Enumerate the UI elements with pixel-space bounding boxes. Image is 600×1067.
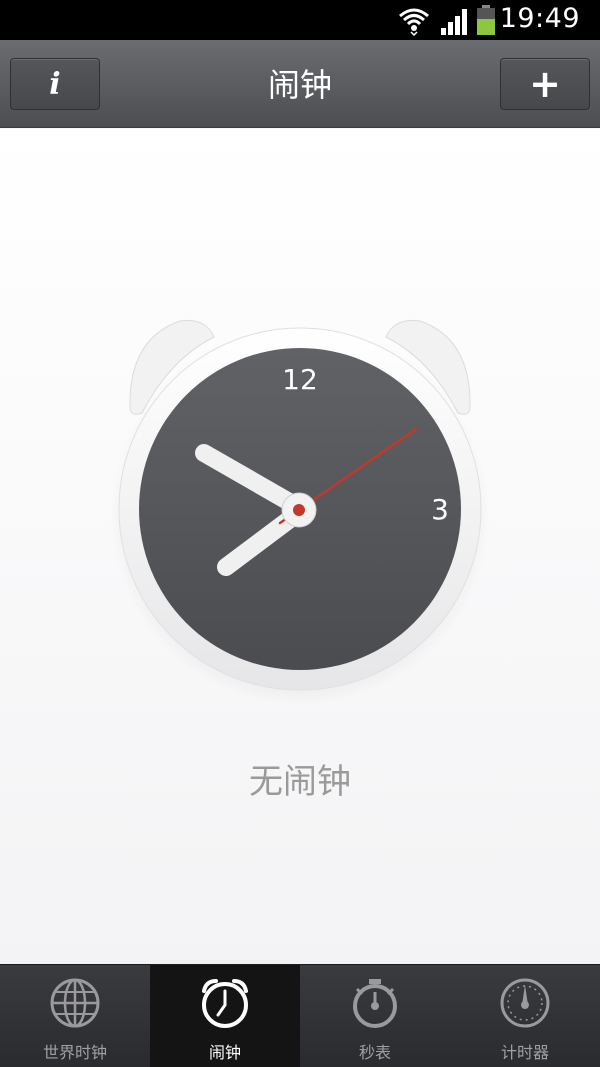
no-alarm-text: 无闹钟 <box>249 762 351 802</box>
status-bar: 19:49 <box>0 0 600 40</box>
tab-stopwatch[interactable]: 秒表 <box>300 965 450 1067</box>
alarm-clock-illustration: 12 3 <box>110 319 490 705</box>
title-bar: i 闹钟 + <box>0 40 600 128</box>
tab-world-clock[interactable]: 世界时钟 <box>0 965 150 1067</box>
tab-label: 世界时钟 <box>42 1043 107 1062</box>
signal-icon <box>440 4 470 40</box>
plus-icon: + <box>529 62 561 106</box>
timer-icon <box>499 965 551 1033</box>
numeral-3: 3 <box>431 493 449 526</box>
tab-label: 计时器 <box>500 1043 549 1062</box>
numeral-12: 12 <box>282 363 318 396</box>
globe-icon <box>49 965 101 1033</box>
wifi-icon <box>398 4 430 40</box>
add-alarm-button[interactable]: + <box>500 58 590 110</box>
stopwatch-icon <box>349 965 401 1033</box>
status-time: 19:49 <box>499 3 580 34</box>
tab-label: 闹钟 <box>208 1043 241 1062</box>
bottom-tab-bar: 世界时钟 闹钟 秒表 计时器 <box>0 964 600 1067</box>
battery-icon <box>475 4 497 40</box>
main-content: 12 3 无闹钟 <box>0 129 600 964</box>
alarm-clock-icon <box>198 965 252 1033</box>
tab-label: 秒表 <box>358 1043 391 1062</box>
tab-timer[interactable]: 计时器 <box>450 965 600 1067</box>
tab-alarm[interactable]: 闹钟 <box>150 965 300 1067</box>
